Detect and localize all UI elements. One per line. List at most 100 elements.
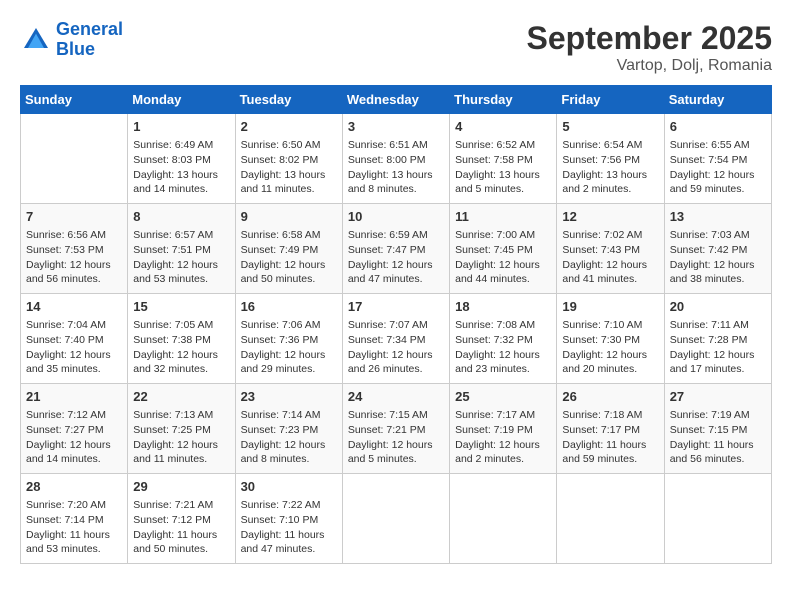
day-number: 24 <box>348 388 444 406</box>
day-number: 3 <box>348 118 444 136</box>
calendar-cell: 28 Sunrise: 7:20 AM Sunset: 7:14 PM Dayli… <box>21 474 128 564</box>
day-info: Sunrise: 6:55 AM Sunset: 7:54 PM Dayligh… <box>670 138 766 197</box>
day-info: Sunrise: 7:11 AM Sunset: 7:28 PM Dayligh… <box>670 318 766 377</box>
calendar-cell: 9 Sunrise: 6:58 AM Sunset: 7:49 PM Daylig… <box>235 204 342 294</box>
calendar-cell: 22Sunrise: 7:13 AM Sunset: 7:25 PM Dayli… <box>128 384 235 474</box>
day-info: Sunrise: 7:07 AM Sunset: 7:34 PM Dayligh… <box>348 318 444 377</box>
day-info: Sunrise: 6:50 AM Sunset: 8:02 PM Dayligh… <box>241 138 337 197</box>
calendar-cell: 6 Sunrise: 6:55 AM Sunset: 7:54 PM Daylig… <box>664 114 771 204</box>
day-number: 21 <box>26 388 122 406</box>
calendar-cell: 16Sunrise: 7:06 AM Sunset: 7:36 PM Dayli… <box>235 294 342 384</box>
calendar-cell: 1Sunrise: 6:49 AM Sunset: 8:03 PM Daylig… <box>128 114 235 204</box>
day-number: 9 <box>241 208 337 226</box>
day-number: 15 <box>133 298 229 316</box>
logo-line1: General <box>56 19 123 39</box>
day-info: Sunrise: 6:57 AM Sunset: 7:51 PM Dayligh… <box>133 228 229 287</box>
day-info: Sunrise: 7:12 AM Sunset: 7:27 PM Dayligh… <box>26 408 122 467</box>
day-number: 17 <box>348 298 444 316</box>
calendar-cell: 25Sunrise: 7:17 AM Sunset: 7:19 PM Dayli… <box>450 384 557 474</box>
day-info: Sunrise: 7:06 AM Sunset: 7:36 PM Dayligh… <box>241 318 337 377</box>
day-number: 12 <box>562 208 658 226</box>
calendar-cell: 17 Sunrise: 7:07 AM Sunset: 7:34 PM Dayli… <box>342 294 449 384</box>
week-row-3: 14 Sunrise: 7:04 AM Sunset: 7:40 PM Dayli… <box>21 294 772 384</box>
calendar-cell: 2 Sunrise: 6:50 AM Sunset: 8:02 PM Daylig… <box>235 114 342 204</box>
day-info: Sunrise: 7:19 AM Sunset: 7:15 PM Dayligh… <box>670 408 766 467</box>
day-number: 7 <box>26 208 122 226</box>
day-number: 11 <box>455 208 551 226</box>
day-number: 2 <box>241 118 337 136</box>
day-number: 8 <box>133 208 229 226</box>
calendar-cell: 11 Sunrise: 7:00 AM Sunset: 7:45 PM Dayli… <box>450 204 557 294</box>
day-info: Sunrise: 6:54 AM Sunset: 7:56 PM Dayligh… <box>562 138 658 197</box>
day-number: 29 <box>133 478 229 496</box>
day-info: Sunrise: 6:51 AM Sunset: 8:00 PM Dayligh… <box>348 138 444 197</box>
calendar-cell: 20 Sunrise: 7:11 AM Sunset: 7:28 PM Dayli… <box>664 294 771 384</box>
calendar-cell: 19 Sunrise: 7:10 AM Sunset: 7:30 PM Dayli… <box>557 294 664 384</box>
week-row-2: 7 Sunrise: 6:56 AM Sunset: 7:53 PM Daylig… <box>21 204 772 294</box>
day-number: 14 <box>26 298 122 316</box>
day-info: Sunrise: 7:03 AM Sunset: 7:42 PM Dayligh… <box>670 228 766 287</box>
calendar-cell: 14 Sunrise: 7:04 AM Sunset: 7:40 PM Dayli… <box>21 294 128 384</box>
calendar-cell: 26Sunrise: 7:18 AM Sunset: 7:17 PM Dayli… <box>557 384 664 474</box>
calendar-cell <box>342 474 449 564</box>
calendar-cell: 21 Sunrise: 7:12 AM Sunset: 7:27 PM Dayli… <box>21 384 128 474</box>
month-title: September 2025 <box>527 20 772 57</box>
day-number: 19 <box>562 298 658 316</box>
calendar-cell <box>21 114 128 204</box>
day-number: 20 <box>670 298 766 316</box>
day-number: 27 <box>670 388 766 406</box>
location-subtitle: Vartop, Dolj, Romania <box>527 57 772 75</box>
day-number: 28 <box>26 478 122 496</box>
week-row-4: 21 Sunrise: 7:12 AM Sunset: 7:27 PM Dayli… <box>21 384 772 474</box>
day-info: Sunrise: 7:14 AM Sunset: 7:23 PM Dayligh… <box>241 408 337 467</box>
day-info: Sunrise: 7:10 AM Sunset: 7:30 PM Dayligh… <box>562 318 658 377</box>
weekday-header-wednesday: Wednesday <box>342 86 449 114</box>
day-info: Sunrise: 7:13 AM Sunset: 7:25 PM Dayligh… <box>133 408 229 467</box>
calendar-cell: 15 Sunrise: 7:05 AM Sunset: 7:38 PM Dayli… <box>128 294 235 384</box>
calendar-cell: 7 Sunrise: 6:56 AM Sunset: 7:53 PM Daylig… <box>21 204 128 294</box>
calendar-cell: 8 Sunrise: 6:57 AM Sunset: 7:51 PM Daylig… <box>128 204 235 294</box>
day-number: 5 <box>562 118 658 136</box>
calendar-cell: 12 Sunrise: 7:02 AM Sunset: 7:43 PM Dayli… <box>557 204 664 294</box>
weekday-header-sunday: Sunday <box>21 86 128 114</box>
logo: General Blue <box>20 20 123 60</box>
calendar-cell: 24 Sunrise: 7:15 AM Sunset: 7:21 PM Dayli… <box>342 384 449 474</box>
calendar-cell <box>450 474 557 564</box>
day-info: Sunrise: 7:15 AM Sunset: 7:21 PM Dayligh… <box>348 408 444 467</box>
calendar-cell: 18Sunrise: 7:08 AM Sunset: 7:32 PM Dayli… <box>450 294 557 384</box>
day-info: Sunrise: 6:58 AM Sunset: 7:49 PM Dayligh… <box>241 228 337 287</box>
logo-text: General Blue <box>56 20 123 60</box>
day-number: 6 <box>670 118 766 136</box>
logo-line2: Blue <box>56 39 95 59</box>
day-number: 25 <box>455 388 551 406</box>
day-number: 23 <box>241 388 337 406</box>
page-header: General Blue September 2025 Vartop, Dolj… <box>20 20 772 75</box>
day-number: 10 <box>348 208 444 226</box>
day-info: Sunrise: 6:52 AM Sunset: 7:58 PM Dayligh… <box>455 138 551 197</box>
calendar-cell: 13Sunrise: 7:03 AM Sunset: 7:42 PM Dayli… <box>664 204 771 294</box>
day-info: Sunrise: 7:05 AM Sunset: 7:38 PM Dayligh… <box>133 318 229 377</box>
calendar-cell: 5 Sunrise: 6:54 AM Sunset: 7:56 PM Daylig… <box>557 114 664 204</box>
calendar-cell: 4 Sunrise: 6:52 AM Sunset: 7:58 PM Daylig… <box>450 114 557 204</box>
weekday-header-saturday: Saturday <box>664 86 771 114</box>
day-number: 30 <box>241 478 337 496</box>
day-info: Sunrise: 6:59 AM Sunset: 7:47 PM Dayligh… <box>348 228 444 287</box>
weekday-header-tuesday: Tuesday <box>235 86 342 114</box>
week-row-1: 1Sunrise: 6:49 AM Sunset: 8:03 PM Daylig… <box>21 114 772 204</box>
day-number: 4 <box>455 118 551 136</box>
calendar-cell: 30 Sunrise: 7:22 AM Sunset: 7:10 PM Dayli… <box>235 474 342 564</box>
day-info: Sunrise: 7:20 AM Sunset: 7:14 PM Dayligh… <box>26 498 122 557</box>
day-info: Sunrise: 7:00 AM Sunset: 7:45 PM Dayligh… <box>455 228 551 287</box>
day-info: Sunrise: 7:02 AM Sunset: 7:43 PM Dayligh… <box>562 228 658 287</box>
calendar-cell <box>557 474 664 564</box>
logo-icon <box>20 24 52 56</box>
day-info: Sunrise: 6:56 AM Sunset: 7:53 PM Dayligh… <box>26 228 122 287</box>
week-row-5: 28 Sunrise: 7:20 AM Sunset: 7:14 PM Dayli… <box>21 474 772 564</box>
calendar-table: SundayMondayTuesdayWednesdayThursdayFrid… <box>20 85 772 564</box>
day-number: 18 <box>455 298 551 316</box>
day-info: Sunrise: 7:22 AM Sunset: 7:10 PM Dayligh… <box>241 498 337 557</box>
title-block: September 2025 Vartop, Dolj, Romania <box>527 20 772 75</box>
weekday-header-monday: Monday <box>128 86 235 114</box>
day-info: Sunrise: 7:04 AM Sunset: 7:40 PM Dayligh… <box>26 318 122 377</box>
weekday-header-row: SundayMondayTuesdayWednesdayThursdayFrid… <box>21 86 772 114</box>
